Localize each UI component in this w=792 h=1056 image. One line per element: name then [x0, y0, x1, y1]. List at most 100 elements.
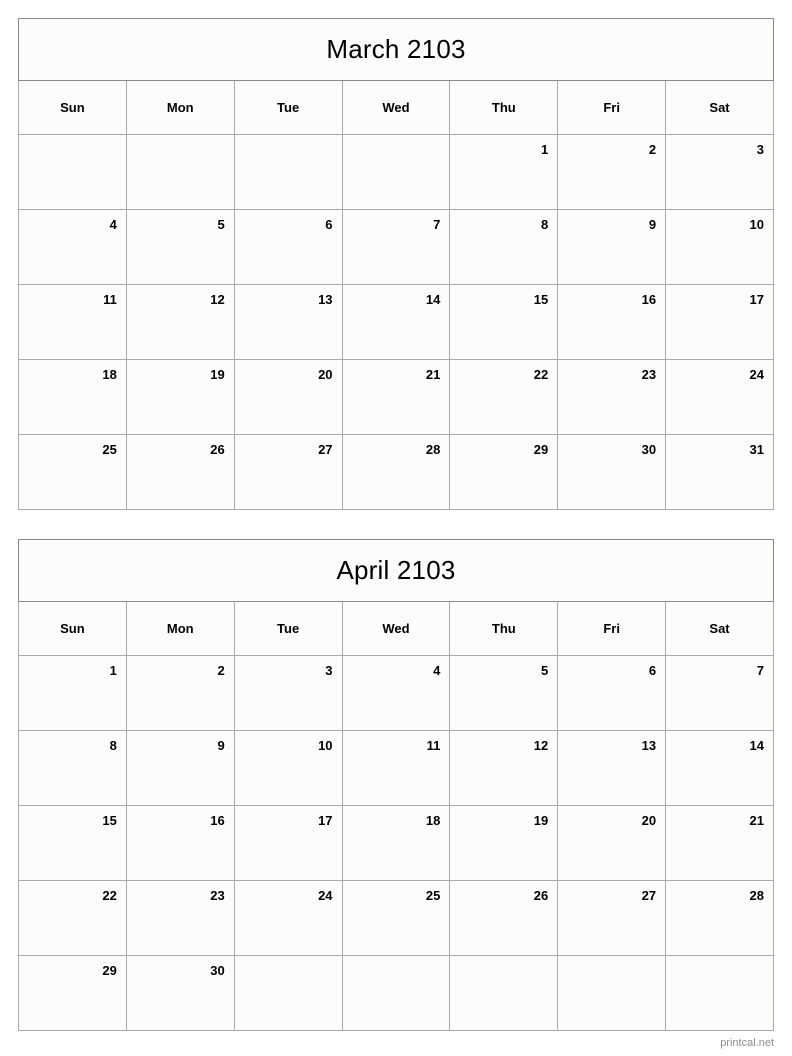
calendar-april: April 2103 Sun Mon Tue Wed Thu Fri Sat 1… [18, 539, 774, 1031]
day-cell[interactable]: 2 [557, 134, 667, 210]
day-cell[interactable]: 8 [18, 730, 127, 806]
day-cell[interactable]: 24 [233, 880, 343, 956]
day-cell[interactable]: 15 [449, 284, 559, 360]
day-cell[interactable]: 11 [18, 284, 127, 360]
day-cell[interactable]: 25 [341, 880, 451, 956]
day-cell[interactable]: 18 [341, 805, 451, 881]
day-cell[interactable] [233, 955, 343, 1031]
calendar-april-title-row: April 2103 [18, 539, 774, 602]
weekday-header-sun: Sun [18, 601, 127, 656]
page-title-april: April 2103 [336, 555, 456, 585]
day-cell[interactable]: 5 [449, 655, 559, 731]
day-cell[interactable]: 25 [18, 434, 127, 510]
calendar-april-head: April 2103 Sun Mon Tue Wed Thu Fri Sat [18, 539, 774, 656]
weekday-header-sun: Sun [18, 80, 127, 135]
calendar-march: March 2103 Sun Mon Tue Wed Thu Fri Sat 1… [18, 18, 774, 510]
weekday-header-mon: Mon [125, 80, 235, 135]
day-cell[interactable]: 21 [341, 359, 451, 435]
day-cell[interactable]: 7 [341, 209, 451, 285]
day-cell[interactable]: 22 [18, 880, 127, 956]
day-cell[interactable]: 28 [341, 434, 451, 510]
page-title-march: March 2103 [326, 34, 466, 64]
calendar-april-weekday-row: Sun Mon Tue Wed Thu Fri Sat [18, 601, 774, 656]
day-cell[interactable]: 12 [125, 284, 235, 360]
day-cell[interactable] [557, 955, 667, 1031]
day-cell[interactable]: 2 [125, 655, 235, 731]
day-cell[interactable] [125, 134, 235, 210]
day-cell[interactable]: 1 [449, 134, 559, 210]
day-cell[interactable]: 14 [341, 284, 451, 360]
day-cell[interactable]: 5 [125, 209, 235, 285]
day-cell[interactable] [665, 955, 774, 1031]
day-cell[interactable]: 6 [557, 655, 667, 731]
day-cell[interactable] [341, 134, 451, 210]
weekday-header-sat: Sat [665, 80, 774, 135]
calendar-week-row: 1 2 3 4 5 6 7 [18, 655, 774, 731]
day-cell[interactable]: 28 [665, 880, 774, 956]
day-cell[interactable]: 29 [449, 434, 559, 510]
day-cell[interactable]: 3 [233, 655, 343, 731]
weekday-header-wed: Wed [341, 80, 451, 135]
day-cell[interactable]: 26 [125, 434, 235, 510]
day-cell[interactable]: 23 [125, 880, 235, 956]
calendar-march-weekday-row: Sun Mon Tue Wed Thu Fri Sat [18, 80, 774, 135]
day-cell[interactable]: 9 [557, 209, 667, 285]
day-cell[interactable]: 27 [557, 880, 667, 956]
day-cell[interactable]: 14 [665, 730, 774, 806]
day-cell[interactable]: 12 [449, 730, 559, 806]
day-cell[interactable]: 30 [125, 955, 235, 1031]
day-cell[interactable]: 1 [18, 655, 127, 731]
calendar-week-row: 18 19 20 21 22 23 24 [18, 359, 774, 435]
day-cell[interactable]: 23 [557, 359, 667, 435]
day-cell[interactable]: 11 [341, 730, 451, 806]
day-cell[interactable]: 9 [125, 730, 235, 806]
day-cell[interactable]: 4 [341, 655, 451, 731]
day-cell[interactable]: 18 [18, 359, 127, 435]
day-cell[interactable]: 13 [233, 284, 343, 360]
day-cell[interactable]: 17 [665, 284, 774, 360]
day-cell[interactable]: 27 [233, 434, 343, 510]
day-cell[interactable]: 17 [233, 805, 343, 881]
calendar-march-title-row: March 2103 [18, 18, 774, 81]
calendar-week-row: 11 12 13 14 15 16 17 [18, 284, 774, 360]
weekday-header-fri: Fri [557, 80, 667, 135]
day-cell[interactable]: 24 [665, 359, 774, 435]
calendar-march-title-cell: March 2103 [18, 18, 774, 81]
day-cell[interactable] [449, 955, 559, 1031]
calendar-week-row: 22 23 24 25 26 27 28 [18, 880, 774, 956]
day-cell[interactable] [233, 134, 343, 210]
day-cell[interactable]: 7 [665, 655, 774, 731]
day-cell[interactable]: 4 [18, 209, 127, 285]
day-cell[interactable]: 19 [125, 359, 235, 435]
calendar-week-row: 4 5 6 7 8 9 10 [18, 209, 774, 285]
day-cell[interactable] [18, 134, 127, 210]
calendar-week-row: 25 26 27 28 29 30 31 [18, 434, 774, 510]
day-cell[interactable]: 15 [18, 805, 127, 881]
day-cell[interactable]: 31 [665, 434, 774, 510]
day-cell[interactable]: 3 [665, 134, 774, 210]
day-cell[interactable]: 13 [557, 730, 667, 806]
day-cell[interactable]: 26 [449, 880, 559, 956]
day-cell[interactable]: 20 [233, 359, 343, 435]
calendar-april-title-cell: April 2103 [18, 539, 774, 602]
day-cell[interactable]: 30 [557, 434, 667, 510]
weekday-header-tue: Tue [233, 80, 343, 135]
day-cell[interactable]: 6 [233, 209, 343, 285]
day-cell[interactable]: 10 [233, 730, 343, 806]
day-cell[interactable]: 22 [449, 359, 559, 435]
day-cell[interactable]: 29 [18, 955, 127, 1031]
day-cell[interactable]: 19 [449, 805, 559, 881]
calendar-march-body: 1 2 3 4 5 6 7 8 9 10 11 12 13 14 15 16 1… [18, 134, 774, 510]
day-cell[interactable] [341, 955, 451, 1031]
day-cell[interactable]: 16 [557, 284, 667, 360]
weekday-header-mon: Mon [125, 601, 235, 656]
day-cell[interactable]: 21 [665, 805, 774, 881]
day-cell[interactable]: 16 [125, 805, 235, 881]
weekday-header-tue: Tue [233, 601, 343, 656]
footer-attribution: printcal.net [720, 1037, 774, 1049]
weekday-header-wed: Wed [341, 601, 451, 656]
calendar-week-row: 29 30 [18, 955, 774, 1031]
day-cell[interactable]: 8 [449, 209, 559, 285]
day-cell[interactable]: 10 [665, 209, 774, 285]
day-cell[interactable]: 20 [557, 805, 667, 881]
